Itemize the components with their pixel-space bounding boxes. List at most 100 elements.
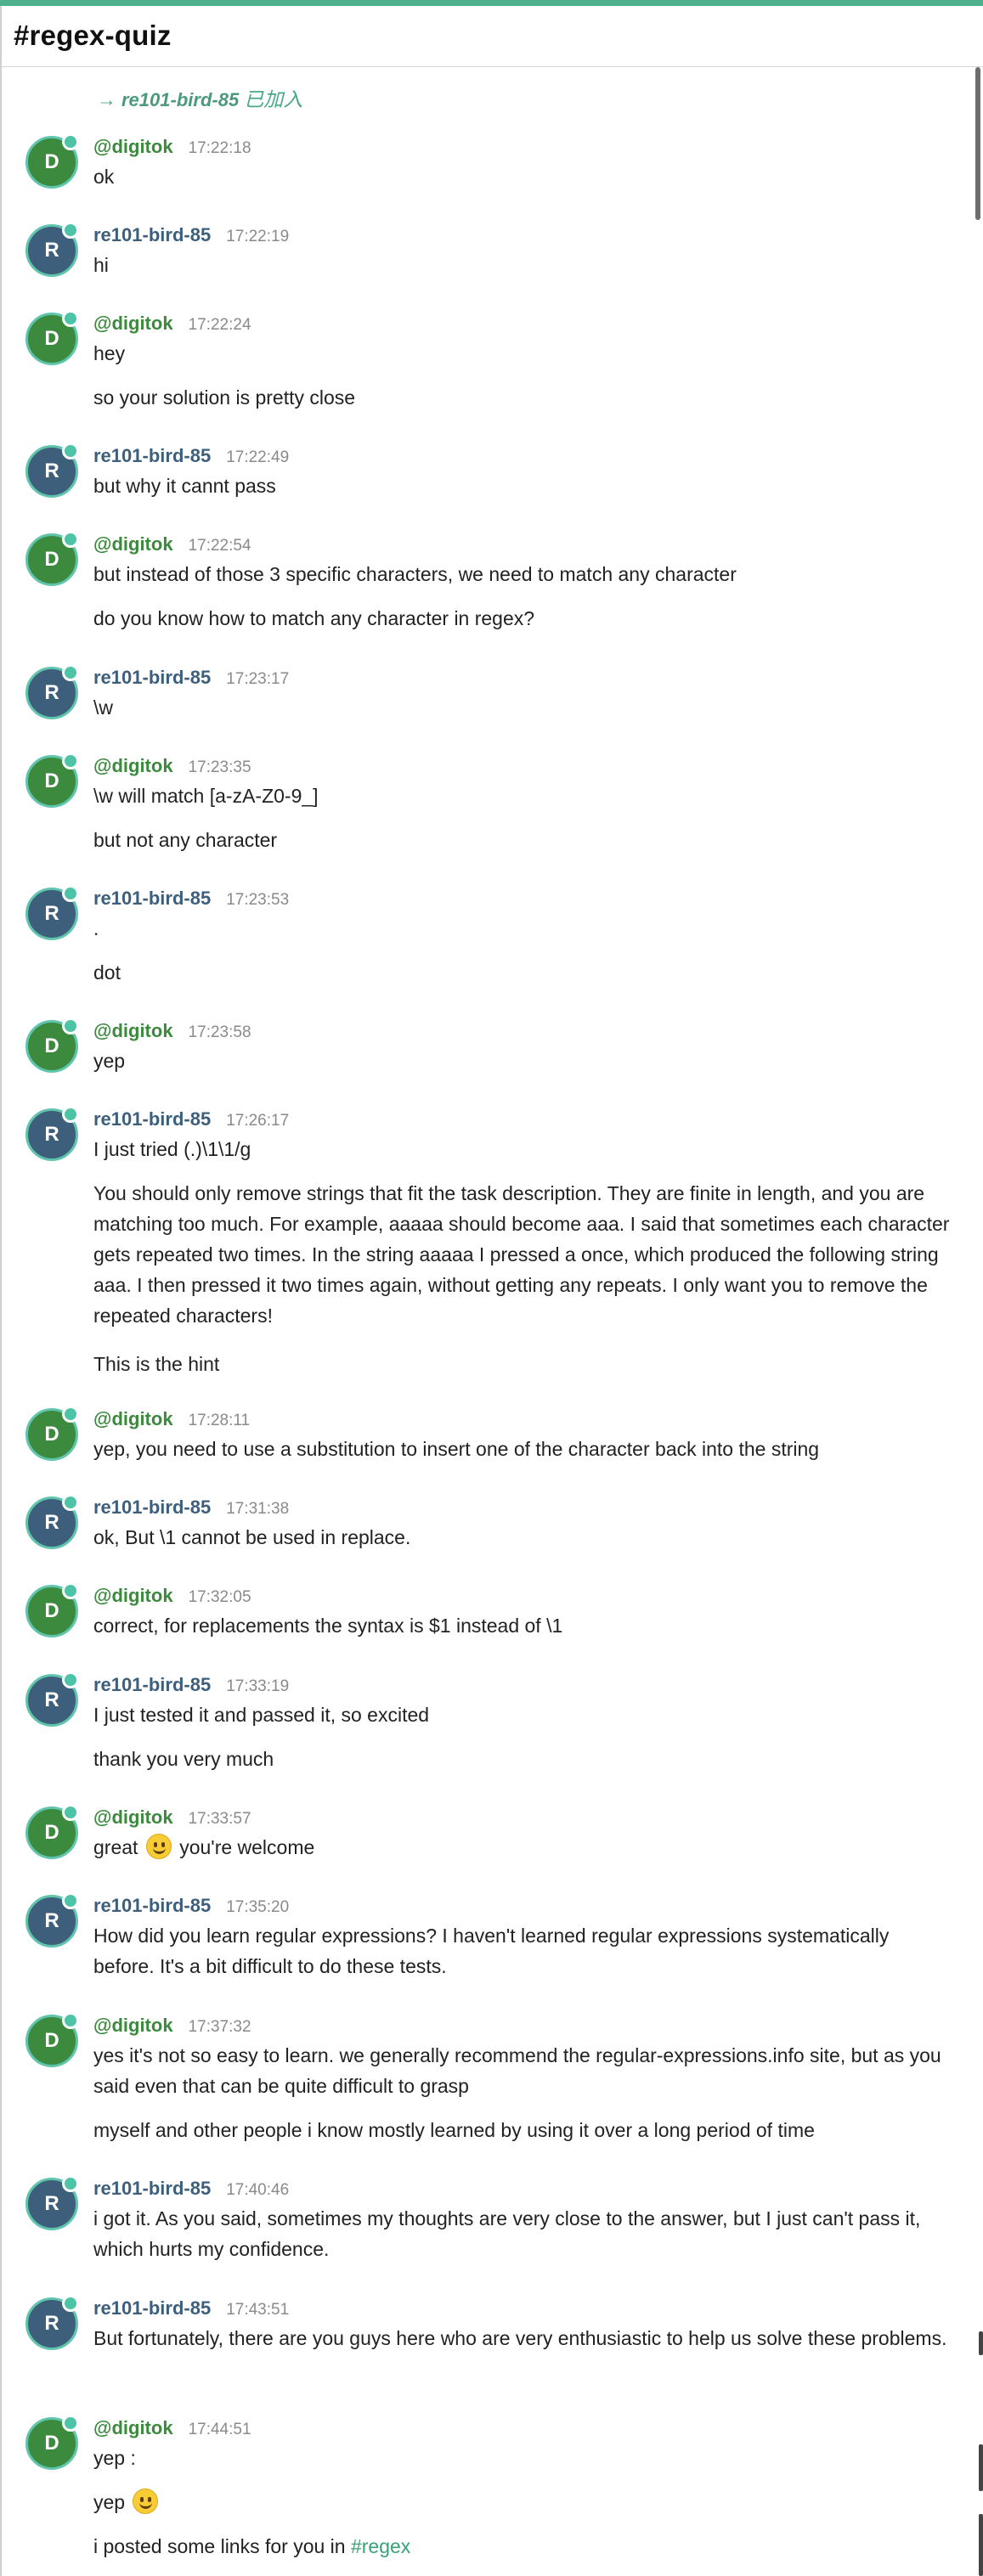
online-status-icon (62, 1804, 79, 1821)
message-time: 17:23:35 (188, 758, 251, 776)
message-text: ok, But \1 cannot be used in replace. (93, 1526, 411, 1548)
message-time: 17:26:17 (226, 1112, 290, 1130)
message-time: 17:44:51 (188, 2421, 251, 2438)
online-status-icon (62, 2012, 79, 2029)
message-author[interactable]: re101-bird-85 (93, 2297, 211, 2319)
online-status-icon (62, 133, 79, 150)
message-author[interactable]: @digitok (93, 1585, 173, 1606)
message-time: 17:43:51 (226, 2301, 290, 2319)
message-text: but instead of those 3 specific characte… (93, 563, 737, 585)
scroll-marker (979, 2444, 983, 2491)
message-time: 17:31:38 (226, 1500, 290, 1518)
message-author[interactable]: re101-bird-85 (93, 1674, 211, 1695)
scroll-marker (979, 2331, 983, 2355)
join-text: 已加入 (244, 88, 303, 110)
message-author[interactable]: re101-bird-85 (93, 1497, 211, 1518)
room-header: #regex-quiz (0, 6, 983, 67)
left-border (0, 67, 2, 2576)
scrollbar[interactable] (971, 67, 983, 2576)
message-time: 17:22:54 (188, 537, 251, 555)
message-author[interactable]: @digitok (93, 1020, 173, 1041)
online-status-icon (62, 442, 79, 459)
message-author[interactable]: re101-bird-85 (93, 445, 211, 466)
message-author[interactable]: re101-bird-85 (93, 667, 211, 688)
message-time: 17:28:11 (188, 1412, 251, 1429)
join-nick[interactable]: re101-bird-85 (121, 89, 239, 110)
message-time: 17:33:19 (226, 1677, 290, 1695)
message-author[interactable]: @digitok (93, 1408, 173, 1429)
message-author[interactable]: re101-bird-85 (93, 1108, 211, 1130)
online-status-icon (62, 1406, 79, 1423)
online-status-icon (62, 1494, 79, 1511)
online-status-icon (62, 1892, 79, 1909)
message-text: so your solution is pretty close (93, 386, 356, 409)
online-status-icon (62, 222, 79, 239)
message-text: \w will match [a-zA-Z0-9_] (93, 785, 319, 807)
online-status-icon (62, 1106, 79, 1123)
message-text: thank you very much (93, 1748, 274, 1770)
message-time: 17:22:49 (226, 448, 290, 466)
message-time: 17:22:24 (188, 316, 251, 334)
message-time: 17:37:32 (188, 2018, 251, 2036)
message-time: 17:22:19 (226, 228, 290, 245)
message-text: but why it cannt pass (93, 475, 276, 497)
message-text: i got it. As you said, sometimes my thou… (93, 2207, 921, 2260)
message-text: How did you learn regular expressions? I… (93, 1925, 890, 1977)
message-text: i posted some links for you in #regex (93, 2535, 411, 2557)
message-text: dot (93, 961, 121, 984)
online-status-icon (62, 885, 79, 902)
message-author[interactable]: @digitok (93, 755, 173, 776)
scroll-thumb[interactable] (975, 67, 980, 220)
message-time: 17:22:18 (188, 139, 251, 157)
message-text: . (93, 917, 99, 939)
message-author[interactable]: @digitok (93, 2417, 173, 2438)
message-author[interactable]: @digitok (93, 1807, 173, 1828)
online-status-icon (62, 664, 79, 681)
online-status-icon (62, 1671, 79, 1688)
scroll-marker (979, 2514, 983, 2576)
message-time: 17:23:53 (226, 891, 290, 909)
message-author[interactable]: re101-bird-85 (93, 224, 211, 245)
online-status-icon (62, 1017, 79, 1034)
message-time: 17:35:20 (226, 1898, 290, 1916)
message-time: 17:40:46 (226, 2181, 290, 2199)
online-status-icon (62, 2295, 79, 2312)
smiley-emoji-icon (133, 2489, 159, 2514)
message-text: but not any character (93, 829, 278, 851)
message-text: yep, you need to use a substitution to i… (93, 1438, 820, 1460)
channel-link-regex[interactable]: #regex (351, 2535, 410, 2557)
message-text: You should only remove strings that fit … (93, 1182, 950, 1327)
message-text: hi (93, 254, 109, 276)
message-text: correct, for replacements the syntax is … (93, 1615, 563, 1637)
message-author[interactable]: @digitok (93, 533, 173, 555)
message-author[interactable]: @digitok (93, 2015, 173, 2036)
message-time: 17:23:17 (226, 670, 290, 688)
smiley-emoji-icon (145, 1834, 172, 1859)
top-accent-bar (0, 0, 983, 6)
message-time: 17:23:58 (188, 1023, 251, 1041)
message-text: do you know how to match any character i… (93, 607, 535, 629)
message-text: hey (93, 342, 126, 364)
room-title: #regex-quiz (14, 20, 172, 51)
message-time: 17:32:05 (188, 1588, 251, 1606)
message-text: yep : (93, 2447, 136, 2469)
message-author[interactable]: re101-bird-85 (93, 2178, 211, 2199)
message-text: yep (93, 2487, 952, 2517)
message-text: I just tried (.)\1\1/g (93, 1138, 251, 1160)
message-text: yes it's not so easy to learn. we genera… (93, 2044, 941, 2097)
message-text: yep (93, 1050, 126, 1072)
arrow-icon: → (97, 88, 116, 110)
message-text: myself and other people i know mostly le… (93, 2119, 815, 2141)
message-text: I just tested it and passed it, so excit… (93, 1704, 430, 1726)
join-notice: → re101-bird-85 已加入 (97, 83, 302, 112)
message-time: 17:33:57 (188, 1810, 251, 1828)
message-author[interactable]: @digitok (93, 313, 173, 334)
message-author[interactable]: re101-bird-85 (93, 1895, 211, 1916)
online-status-icon (62, 1582, 79, 1599)
message-author[interactable]: @digitok (93, 136, 173, 157)
online-status-icon (62, 2415, 79, 2432)
online-status-icon (62, 310, 79, 327)
online-status-icon (62, 753, 79, 769)
message-text: great you're welcome (93, 1832, 952, 1863)
message-author[interactable]: re101-bird-85 (93, 888, 211, 909)
